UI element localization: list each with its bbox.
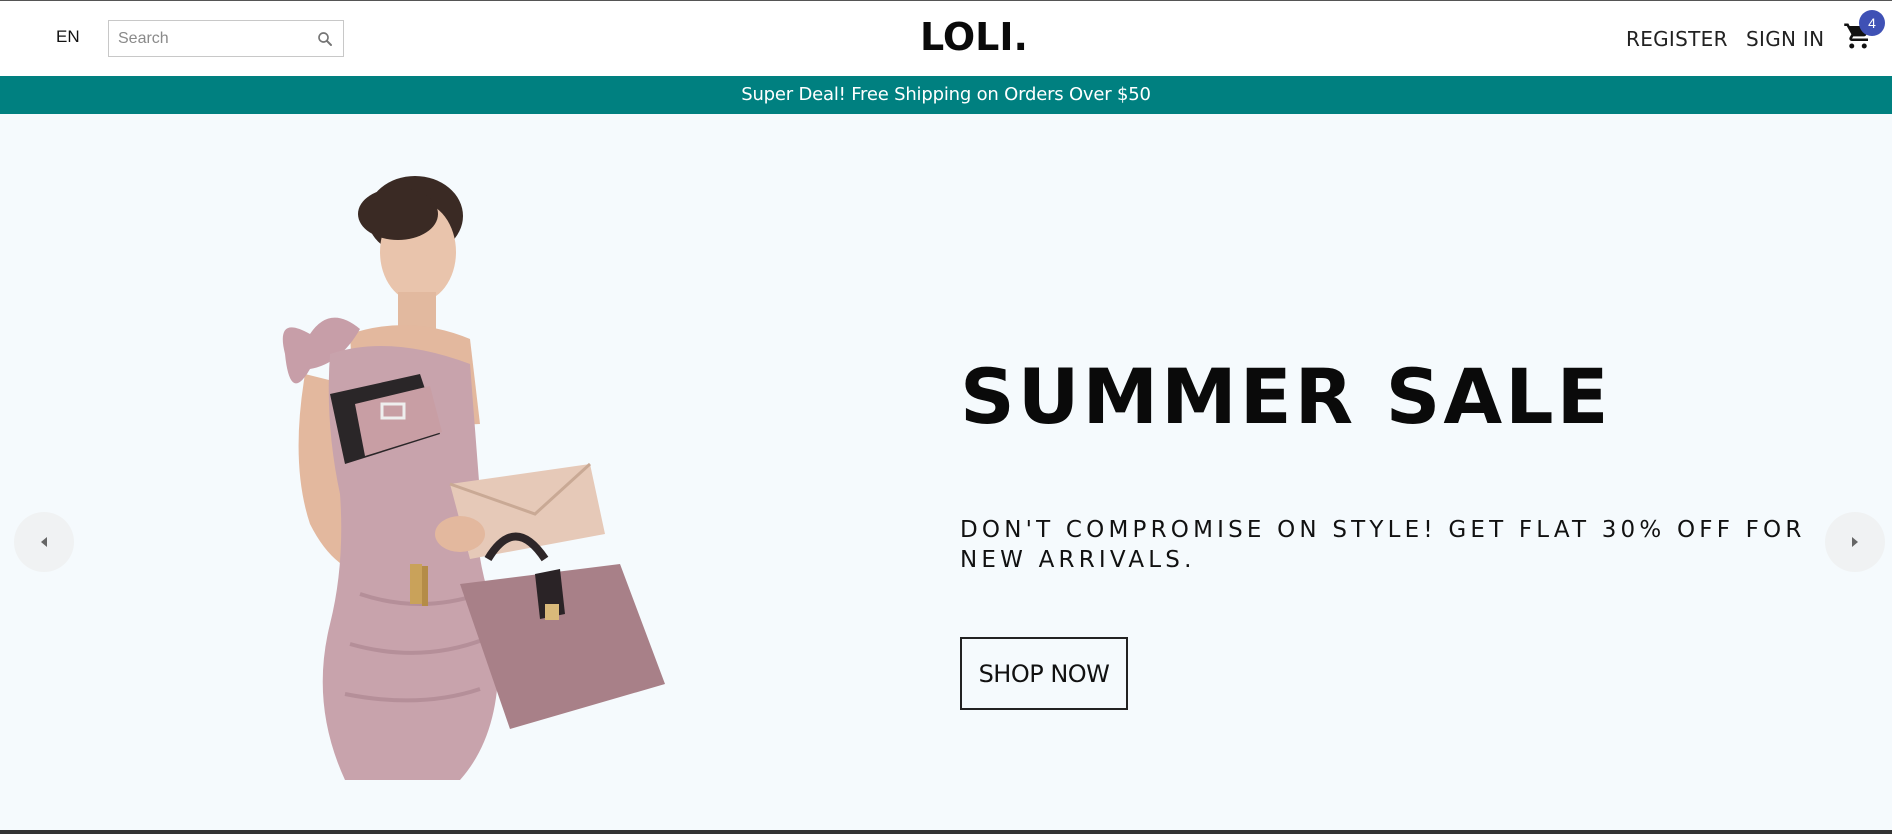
cart-count-badge: 4: [1859, 10, 1885, 36]
woman-with-handbags-image: [282, 176, 665, 780]
hero-description: DON'T COMPROMISE ON STYLE! GET FLAT 30% …: [960, 517, 1806, 573]
shop-now-button[interactable]: SHOP NOW: [960, 637, 1128, 710]
bottom-border: [0, 830, 1892, 834]
slider-prev-button[interactable]: [14, 512, 74, 572]
announcement-bar: Super Deal! Free Shipping on Orders Over…: [0, 76, 1892, 114]
search-icon[interactable]: [316, 30, 334, 48]
arrow-right-icon: [1852, 537, 1858, 547]
language-selector[interactable]: EN: [56, 27, 80, 47]
hero-slider: SUMMER SALE DON'T COMPROMISE ON STYLE! G…: [0, 114, 1892, 830]
search-input[interactable]: [109, 21, 309, 56]
arrow-left-icon: [41, 537, 47, 547]
register-link[interactable]: REGISTER: [1626, 27, 1728, 51]
search-container: [108, 20, 344, 57]
hero-title: SUMMER SALE: [960, 352, 1612, 441]
brand-logo[interactable]: LOLI.: [920, 15, 1028, 59]
sign-in-link[interactable]: SIGN IN: [1746, 27, 1824, 51]
slider-next-button[interactable]: [1825, 512, 1885, 572]
navbar: EN LOLI. REGISTER SIGN IN 4: [0, 1, 1892, 76]
